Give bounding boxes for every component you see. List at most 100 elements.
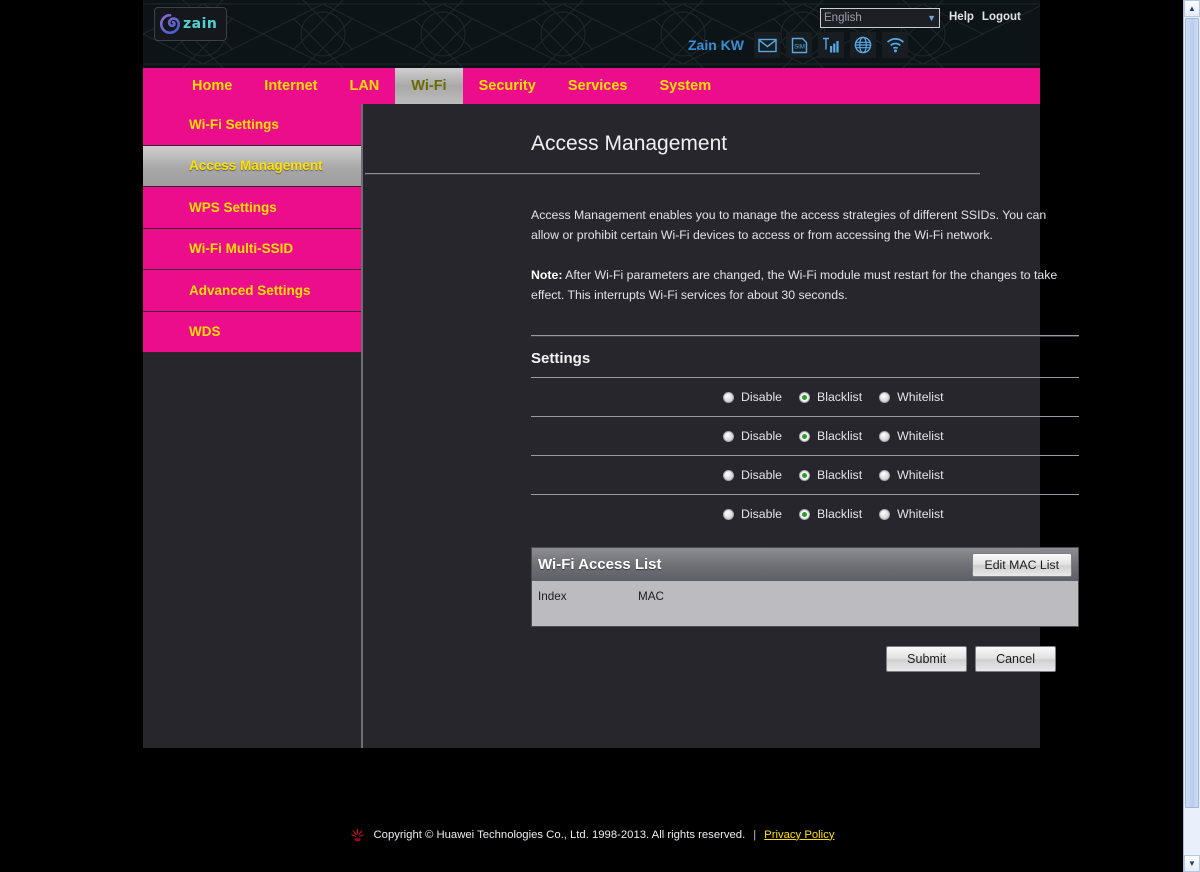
language-select[interactable]: English ▼ — [820, 8, 940, 28]
scrollbar-thumb[interactable] — [1185, 18, 1199, 808]
nav-item-lan[interactable]: LAN — [333, 68, 395, 104]
page-title: Access Management — [531, 132, 728, 155]
radio-label: Whitelist — [897, 468, 944, 482]
radio-label: Blacklist — [817, 468, 863, 482]
privacy-policy-link[interactable]: Privacy Policy — [764, 829, 834, 841]
cancel-button[interactable]: Cancel — [975, 646, 1056, 672]
table-row: Disable Blacklist Whitelist — [531, 416, 1079, 455]
intro-text: Access Management enables you to manage … — [531, 205, 1071, 305]
router-admin-page: zain English ▼ Help Logout Zain KW SIM H… — [0, 0, 1200, 872]
chevron-down-icon: ▼ — [927, 13, 936, 23]
sim-card-icon[interactable]: SIM — [786, 32, 812, 58]
sidebar-item-wifi-settings[interactable]: Wi-Fi Settings — [143, 104, 361, 146]
sidebar-item-access-management[interactable]: Access Management — [143, 145, 361, 187]
radio-label: Blacklist — [817, 507, 863, 521]
radio-label: Disable — [741, 507, 783, 521]
title-divider — [365, 173, 980, 175]
sidebar-item-advanced-settings[interactable]: Advanced Settings — [143, 270, 361, 312]
logout-link[interactable]: Logout — [982, 11, 1021, 23]
radio-option-whitelist[interactable]: Whitelist — [879, 507, 944, 521]
header-links: Help Logout — [949, 11, 1021, 23]
radio-group-3: Disable Blacklist Whitelist — [723, 468, 944, 482]
zain-swirl-logo — [160, 14, 180, 34]
note-label: Note: — [531, 268, 563, 282]
radio-icon[interactable] — [723, 469, 734, 481]
sidebar-item-wps-settings[interactable]: WPS Settings — [143, 187, 361, 229]
radio-icon[interactable] — [879, 469, 891, 481]
radio-option-disable[interactable]: Disable — [723, 429, 782, 443]
nav-item-security[interactable]: Security — [463, 68, 552, 104]
globe-icon[interactable] — [850, 32, 876, 58]
nav-item-system[interactable]: System — [644, 68, 728, 104]
radio-label: Blacklist — [817, 429, 863, 443]
note-paragraph: Note: After Wi-Fi parameters are changed… — [531, 265, 1071, 305]
footer-separator: | — [753, 828, 757, 841]
column-header-index: Index — [538, 589, 567, 603]
radio-icon[interactable] — [723, 508, 734, 520]
column-header-mac: MAC — [638, 589, 664, 603]
content-panel: Wi-Fi Settings Access Management WPS Set… — [143, 104, 1079, 748]
nav-item-wifi[interactable]: Wi-Fi — [395, 68, 463, 104]
radio-label: Disable — [741, 390, 783, 404]
zain-logo[interactable]: zain — [154, 7, 227, 41]
settings-heading: Settings — [531, 350, 591, 367]
sidebar-item-wds[interactable]: WDS — [143, 311, 361, 353]
radio-option-disable[interactable]: Disable — [723, 390, 782, 404]
page-footer: Copyright © Huawei Technologies Co., Ltd… — [0, 826, 1183, 843]
settings-divider-top — [531, 335, 1079, 337]
radio-option-blacklist[interactable]: Blacklist — [799, 390, 862, 404]
page-header: zain English ▼ Help Logout Zain KW SIM — [143, 0, 1040, 68]
huawei-logo — [350, 827, 364, 842]
message-icon[interactable] — [754, 32, 780, 58]
access-list-title: Wi-Fi Access List — [538, 556, 662, 573]
radio-icon[interactable] — [723, 391, 734, 403]
access-list-columns: Index MAC — [532, 581, 1078, 611]
nav-item-home[interactable]: Home — [176, 68, 248, 104]
radio-option-whitelist[interactable]: Whitelist — [879, 390, 944, 404]
radio-option-blacklist[interactable]: Blacklist — [799, 507, 862, 521]
radio-group-4: Disable Blacklist Whitelist — [723, 507, 944, 521]
wifi-access-list: Wi-Fi Access List Edit MAC List Index MA… — [531, 547, 1079, 627]
radio-icon[interactable] — [723, 430, 734, 442]
wifi-icon[interactable] — [882, 32, 908, 58]
radio-icon[interactable] — [879, 508, 891, 520]
radio-group-2: Disable Blacklist Whitelist — [723, 429, 944, 443]
vertical-scrollbar[interactable]: ▲ ▼ — [1183, 0, 1200, 872]
radio-icon-selected[interactable] — [799, 430, 811, 442]
radio-label: Disable — [741, 468, 783, 482]
radio-icon[interactable] — [879, 430, 891, 442]
copyright-text: Copyright © Huawei Technologies Co., Ltd… — [373, 828, 746, 841]
table-row: Disable Blacklist Whitelist — [531, 377, 1079, 416]
radio-label: Blacklist — [817, 390, 863, 404]
zain-logo-text: zain — [183, 16, 218, 32]
radio-icon[interactable] — [879, 391, 891, 403]
nav-item-services[interactable]: Services — [552, 68, 644, 104]
radio-icon-selected[interactable] — [799, 391, 811, 403]
radio-option-blacklist[interactable]: Blacklist — [799, 429, 862, 443]
radio-option-blacklist[interactable]: Blacklist — [799, 468, 862, 482]
radio-label: Disable — [741, 429, 783, 443]
signal-bars-icon[interactable] — [818, 32, 844, 58]
svg-text:SIM: SIM — [794, 44, 805, 50]
nav-item-internet[interactable]: Internet — [248, 68, 333, 104]
help-link[interactable]: Help — [949, 11, 974, 23]
chevron-down-icon: ▼ — [1188, 858, 1196, 868]
scroll-down-button[interactable]: ▼ — [1184, 855, 1200, 872]
radio-icon-selected[interactable] — [799, 508, 811, 520]
form-actions: Submit Cancel — [531, 646, 1079, 672]
chevron-up-icon: ▲ — [1188, 3, 1196, 13]
scroll-up-button[interactable]: ▲ — [1184, 0, 1200, 17]
radio-rows: Disable Blacklist Whitelist Disable Blac… — [531, 377, 1079, 533]
radio-icon-selected[interactable] — [799, 469, 811, 481]
access-list-header: Wi-Fi Access List Edit MAC List — [532, 548, 1078, 581]
radio-option-disable[interactable]: Disable — [723, 507, 782, 521]
radio-group-1: Disable Blacklist Whitelist — [723, 390, 944, 404]
radio-option-whitelist[interactable]: Whitelist — [879, 429, 944, 443]
note-text: After Wi-Fi parameters are changed, the … — [531, 268, 1058, 302]
radio-option-disable[interactable]: Disable — [723, 468, 782, 482]
edit-mac-list-button[interactable]: Edit MAC List — [971, 552, 1072, 577]
radio-label: Whitelist — [897, 507, 944, 521]
sidebar-item-wifi-multi-ssid[interactable]: Wi-Fi Multi-SSID — [143, 228, 361, 270]
radio-option-whitelist[interactable]: Whitelist — [879, 468, 944, 482]
submit-button[interactable]: Submit — [886, 646, 968, 672]
